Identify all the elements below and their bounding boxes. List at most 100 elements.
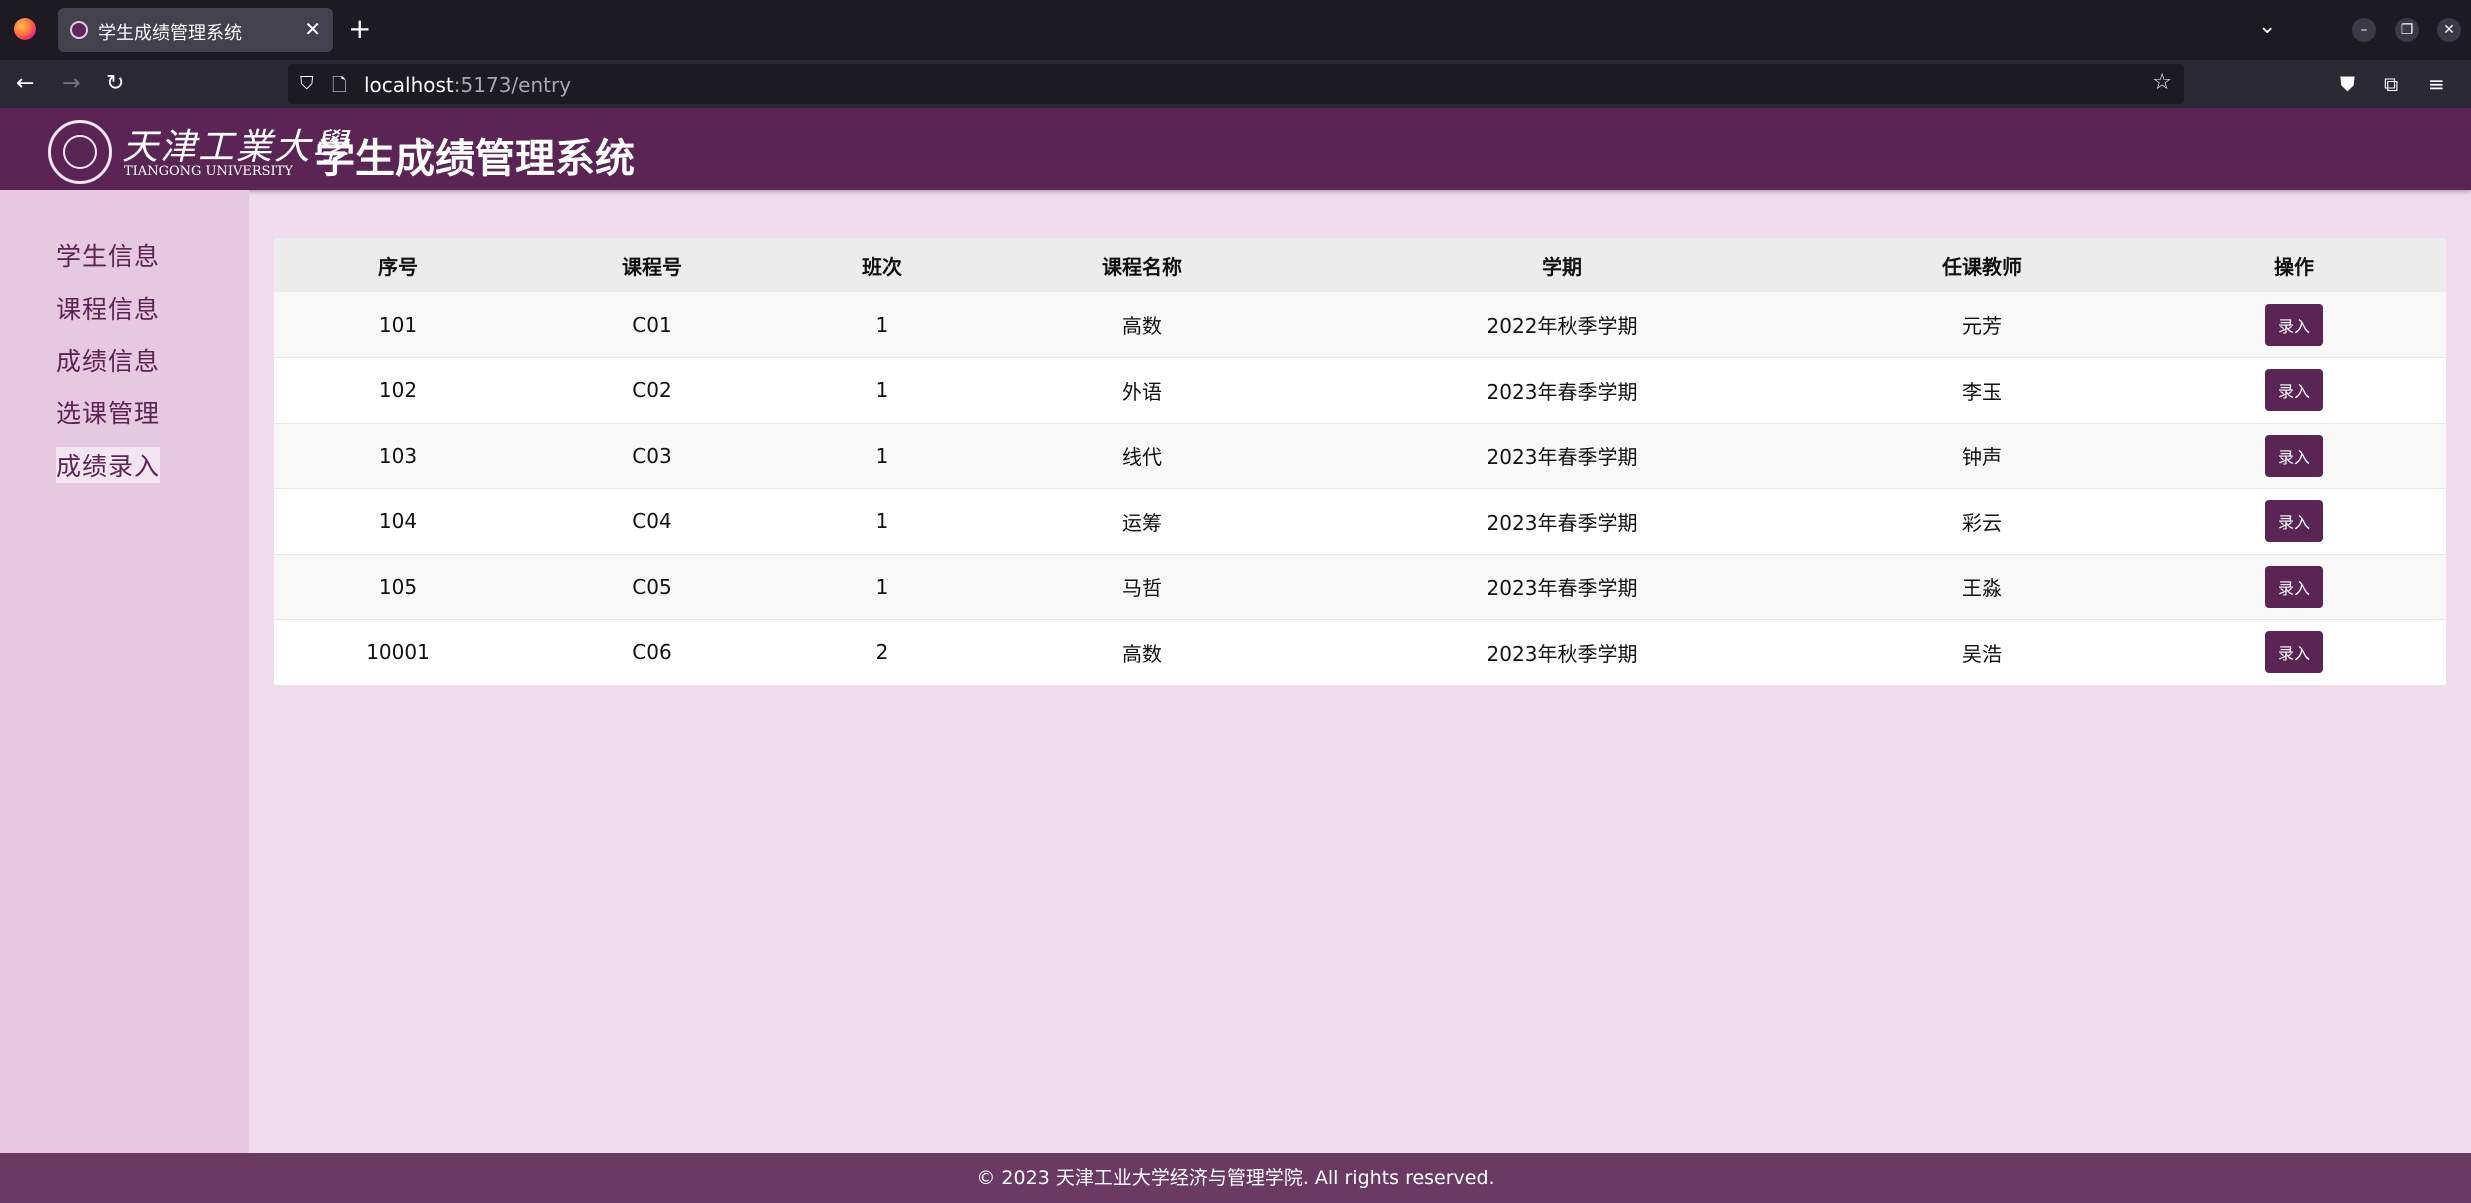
cell-id: 104 bbox=[378, 509, 418, 534]
tab-close-icon[interactable]: ✕ bbox=[304, 17, 321, 41]
cell-action: 录入 bbox=[2142, 620, 2446, 686]
university-seal-logo bbox=[48, 120, 112, 184]
entry-button[interactable]: 录入 bbox=[2264, 303, 2323, 346]
shield-icon[interactable]: ⛉ bbox=[300, 73, 314, 94]
page-icon: 🗋 bbox=[332, 75, 347, 96]
column-header: 班次 bbox=[862, 254, 902, 279]
cell-action: 录入 bbox=[2142, 423, 2446, 489]
entry-button[interactable]: 录入 bbox=[2264, 434, 2323, 477]
cell-class-no: 1 bbox=[875, 509, 889, 534]
app-header: 天津工業大學 TIANGONG UNIVERSITY 学生成绩管理系统 bbox=[0, 108, 2471, 190]
tab-favicon-icon bbox=[70, 21, 88, 39]
cell-class-no: 1 bbox=[875, 443, 889, 468]
seal-inner-ring bbox=[63, 135, 97, 169]
university-name-en: TIANGONG UNIVERSITY bbox=[124, 164, 293, 179]
chevron-down-icon[interactable]: ⌄ bbox=[2258, 14, 2276, 39]
sidebar: 学生信息 课程信息 成绩信息 选课管理 成绩录入 bbox=[0, 190, 249, 1153]
bookmark-star-icon[interactable]: ☆ bbox=[2152, 70, 2172, 95]
cell-id: 103 bbox=[378, 443, 418, 468]
sidebar-item-grade-info[interactable]: 成绩信息 bbox=[56, 342, 160, 378]
firefox-icon[interactable] bbox=[14, 18, 36, 40]
tab-title: 学生成绩管理系统 bbox=[98, 23, 242, 44]
cell-action: 录入 bbox=[2142, 489, 2446, 555]
entry-button[interactable]: 录入 bbox=[2264, 369, 2323, 412]
cell-action: 录入 bbox=[2142, 554, 2446, 620]
url-bar[interactable]: ⛉ 🗋 localhost:5173/entry ☆ bbox=[288, 64, 2184, 104]
cell-course-no: C06 bbox=[632, 640, 672, 665]
cell-term: 2023年春季学期 bbox=[1486, 510, 1638, 535]
cell-course-name: 高数 bbox=[1122, 314, 1162, 338]
sidebar-item-course-selection[interactable]: 选课管理 bbox=[56, 394, 160, 430]
cell-class-no: 2 bbox=[875, 640, 889, 665]
restore-icon[interactable]: ❐ bbox=[2395, 18, 2419, 42]
cell-term: 2023年春季学期 bbox=[1486, 379, 1638, 404]
cell-course-no: C01 bbox=[632, 312, 672, 337]
cell-term: 2023年春季学期 bbox=[1486, 445, 1638, 470]
pocket-icon[interactable]: ⛊ bbox=[2340, 70, 2355, 98]
entry-button[interactable]: 录入 bbox=[2264, 500, 2323, 543]
reload-icon[interactable]: ↻ bbox=[106, 70, 124, 98]
cell-course-no: C04 bbox=[632, 509, 672, 534]
table-row: 10001 C06 2 高数 2023年秋季学期 吴浩 录入 bbox=[274, 619, 2446, 686]
column-header: 操作 bbox=[2274, 254, 2314, 279]
table-row: 102 C02 1 外语 2023年春季学期 李玉 录入 bbox=[274, 357, 2446, 424]
browser-navbar: ← → ↻ ⛉ 🗋 localhost:5173/entry ☆ ⛊ ⧉ ≡ bbox=[0, 60, 2471, 108]
cell-teacher: 元芳 bbox=[1962, 314, 2002, 338]
entry-button[interactable]: 录入 bbox=[2264, 631, 2323, 674]
cell-course-no: C05 bbox=[632, 574, 672, 599]
cell-id: 101 bbox=[378, 312, 418, 337]
url-text[interactable]: localhost:5173/entry bbox=[364, 73, 571, 97]
cell-teacher: 钟声 bbox=[1962, 445, 2002, 470]
cell-term: 2023年秋季学期 bbox=[1486, 641, 1638, 666]
table-row: 101 C01 1 高数 2022年秋季学期 元芳 录入 bbox=[274, 292, 2446, 358]
new-tab-icon[interactable]: + bbox=[348, 12, 371, 46]
sidebar-item-student-info[interactable]: 学生信息 bbox=[56, 237, 160, 273]
cell-course-name: 线代 bbox=[1122, 445, 1162, 470]
table-header-row: 序号 课程号 班次 课程名称 学期 任课教师 操作 bbox=[274, 238, 2446, 292]
cell-teacher: 彩云 bbox=[1962, 510, 2002, 535]
column-header: 学期 bbox=[1542, 254, 1582, 279]
column-header: 课程名称 bbox=[1102, 254, 1182, 279]
column-header: 课程号 bbox=[622, 254, 682, 279]
extensions-icon[interactable]: ⧉ bbox=[2384, 70, 2398, 98]
sidebar-item-course-info[interactable]: 课程信息 bbox=[56, 290, 160, 326]
cell-id: 102 bbox=[378, 378, 418, 403]
cell-course-name: 运筹 bbox=[1122, 510, 1162, 535]
sidebar-item-grade-entry[interactable]: 成绩录入 bbox=[56, 447, 161, 483]
cell-class-no: 1 bbox=[875, 574, 889, 599]
menu-icon[interactable]: ≡ bbox=[2428, 70, 2445, 98]
cell-class-no: 1 bbox=[875, 378, 889, 403]
cell-course-name: 马哲 bbox=[1122, 576, 1162, 601]
course-table: 序号 课程号 班次 课程名称 学期 任课教师 操作 101 C01 1 高数 2… bbox=[274, 238, 2446, 686]
column-header: 任课教师 bbox=[1942, 254, 2022, 279]
cell-course-no: C03 bbox=[632, 443, 672, 468]
course-table-container: 序号 课程号 班次 课程名称 学期 任课教师 操作 101 C01 1 高数 2… bbox=[274, 238, 2446, 686]
table-row: 104 C04 1 运筹 2023年春季学期 彩云 录入 bbox=[274, 488, 2446, 555]
cell-id: 105 bbox=[378, 574, 418, 599]
cell-course-no: C02 bbox=[632, 378, 672, 403]
cell-teacher: 李玉 bbox=[1962, 379, 2002, 404]
cell-id: 10001 bbox=[366, 640, 430, 665]
close-window-icon[interactable]: ✕ bbox=[2437, 18, 2461, 42]
cell-action: 录入 bbox=[2142, 292, 2446, 358]
minimize-icon[interactable]: – bbox=[2352, 18, 2376, 42]
cell-term: 2023年春季学期 bbox=[1486, 576, 1638, 601]
app-title: 学生成绩管理系统 bbox=[315, 136, 635, 182]
cell-course-name: 高数 bbox=[1122, 641, 1162, 666]
cell-action: 录入 bbox=[2142, 358, 2446, 424]
cell-course-name: 外语 bbox=[1122, 379, 1162, 404]
column-header: 序号 bbox=[378, 254, 418, 279]
url-path: :5173/entry bbox=[453, 73, 572, 97]
cell-term: 2022年秋季学期 bbox=[1486, 314, 1638, 338]
footer: © 2023 天津工业大学经济与管理学院. All rights reserve… bbox=[0, 1153, 2471, 1203]
cell-teacher: 吴浩 bbox=[1962, 641, 2002, 666]
footer-copyright: © 2023 天津工业大学经济与管理学院. All rights reserve… bbox=[976, 1167, 1495, 1189]
cell-teacher: 王淼 bbox=[1962, 576, 2002, 601]
url-host: localhost bbox=[364, 73, 454, 97]
entry-button[interactable]: 录入 bbox=[2264, 565, 2323, 608]
forward-icon[interactable]: → bbox=[62, 70, 80, 98]
back-icon[interactable]: ← bbox=[16, 70, 34, 98]
table-row: 105 C05 1 马哲 2023年春季学期 王淼 录入 bbox=[274, 554, 2446, 620]
browser-tab[interactable]: 学生成绩管理系统 ✕ bbox=[58, 8, 333, 52]
browser-tabbar: 学生成绩管理系统 ✕ + ⌄ – ❐ ✕ bbox=[0, 0, 2471, 60]
